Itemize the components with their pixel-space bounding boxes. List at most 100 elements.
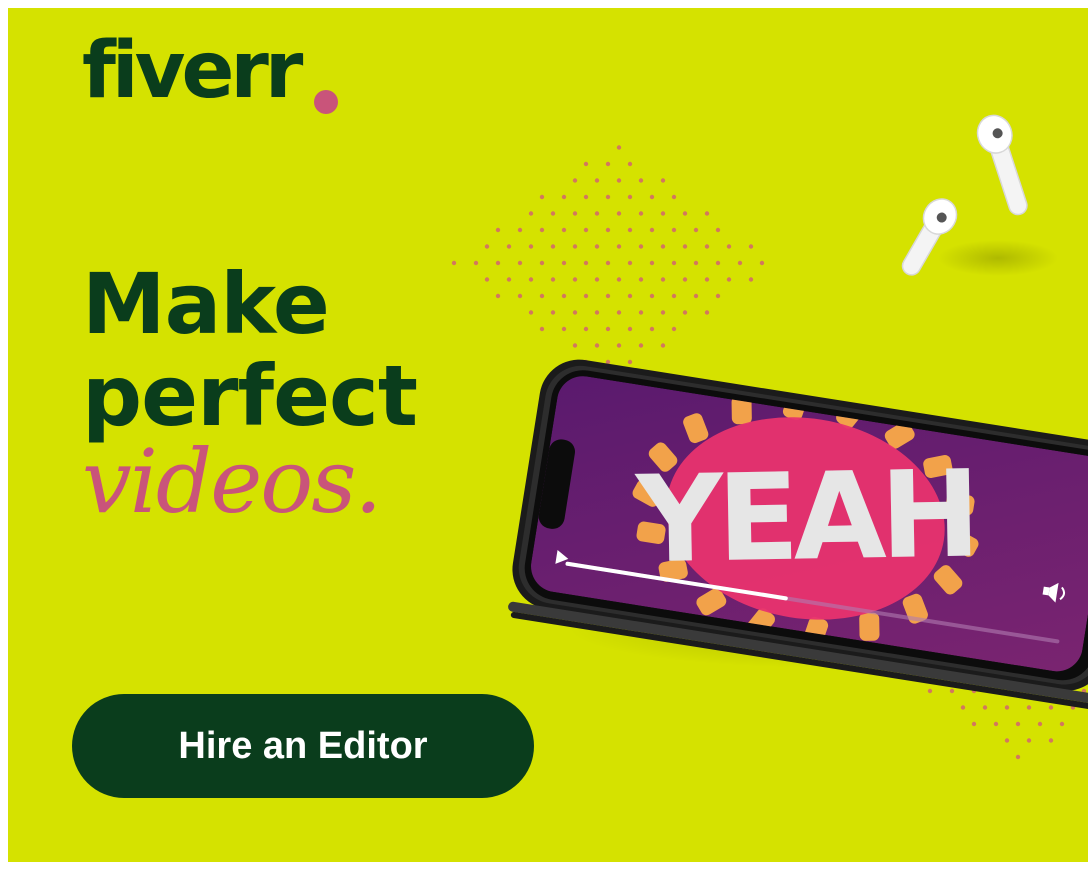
pattern-dot [649, 260, 655, 266]
pattern-dot [616, 277, 622, 282]
burst-shape [782, 390, 808, 421]
pattern-dot [572, 277, 578, 282]
headline-line-videos: videos. [82, 430, 382, 533]
pattern-dot [1037, 589, 1043, 595]
burst-shape [696, 588, 727, 616]
pattern-dot [517, 293, 523, 299]
progress-track [565, 561, 1060, 644]
burst-shape [836, 399, 865, 429]
pattern-dot [594, 211, 600, 216]
volume-icon [1042, 582, 1065, 603]
pattern-dot [960, 606, 966, 611]
pattern-dot [1070, 705, 1076, 710]
pattern-dot [528, 310, 534, 315]
pattern-dot [971, 721, 977, 727]
pattern-dot [605, 359, 611, 365]
pattern-dot [916, 639, 922, 644]
pattern-dot [1015, 556, 1021, 562]
pattern-dot [693, 260, 699, 266]
pattern-dot [1015, 688, 1021, 694]
hire-editor-button[interactable]: Hire an Editor [72, 694, 534, 798]
burst-shape [902, 593, 928, 624]
pattern-dot [1015, 721, 1021, 727]
pattern-dot [993, 622, 999, 628]
pattern-dot [528, 244, 534, 249]
pattern-dot [715, 260, 721, 266]
pattern-dot [539, 194, 545, 200]
pattern-dot [671, 227, 677, 233]
logo-dot [314, 90, 338, 114]
pattern-dot [1070, 606, 1076, 611]
pattern-dot [517, 227, 523, 233]
pattern-dot [616, 211, 622, 216]
pattern-dot [473, 260, 479, 266]
pattern-dot [539, 326, 545, 332]
pattern-dot [1048, 606, 1054, 611]
pattern-dot [715, 293, 721, 299]
pattern-dot [539, 260, 545, 266]
pattern-dot [638, 244, 644, 249]
pattern-dot [583, 161, 589, 167]
pattern-dot [616, 244, 622, 249]
burst-shape [746, 608, 775, 638]
pattern-dot [605, 227, 611, 233]
pattern-dot [1037, 688, 1043, 694]
pattern-dot [993, 721, 999, 727]
pattern-dot [605, 260, 611, 266]
pattern-dot [528, 211, 534, 216]
pattern-dot [905, 655, 911, 661]
screen-text: YEAH [633, 446, 976, 591]
burst-shape [948, 530, 979, 557]
pattern-dot [1059, 688, 1065, 694]
burst-shape [683, 413, 709, 444]
pattern-dot [627, 326, 633, 332]
pattern-dot [572, 343, 578, 348]
pattern-dot [927, 688, 933, 694]
pattern-dot [682, 310, 688, 315]
fiverr-ad-banner[interactable]: fiverr Make perfect videos. YEAH Hire an… [0, 0, 1088, 870]
pattern-dot [638, 343, 644, 348]
pattern-dot [1081, 688, 1087, 694]
pattern-dot [1004, 705, 1010, 710]
pattern-dot [616, 343, 622, 348]
pattern-dot [960, 639, 966, 644]
pattern-dot [627, 194, 633, 200]
pattern-dot [660, 178, 666, 183]
pattern-dot [528, 277, 534, 282]
pattern-dot [638, 178, 644, 183]
pattern-dot [1015, 589, 1021, 595]
burst-shape [884, 421, 915, 449]
pattern-dot [960, 705, 966, 710]
burst-shape [859, 612, 880, 641]
pattern-dot [1037, 721, 1043, 727]
pattern-dot [506, 244, 512, 249]
pattern-dot [616, 376, 622, 381]
pattern-dot [451, 260, 457, 266]
pattern-dot [971, 622, 977, 628]
pattern-dot [572, 244, 578, 249]
phone-shadow [568, 588, 1088, 668]
pattern-dot [726, 244, 732, 249]
pattern-dot [660, 277, 666, 282]
pattern-dot [550, 211, 556, 216]
burst-shape [923, 455, 953, 478]
pattern-dot [1048, 738, 1054, 743]
pattern-dot [550, 310, 556, 315]
pattern-dot [682, 211, 688, 216]
pattern-dot [594, 310, 600, 315]
pattern-dot [649, 293, 655, 299]
pattern-dot [1081, 622, 1087, 628]
dot-pattern-upper [451, 145, 765, 381]
pattern-dot [660, 211, 666, 216]
burst-shape [731, 396, 752, 425]
pattern-dot [583, 293, 589, 299]
burst-shape [636, 521, 666, 544]
pattern-dot [572, 178, 578, 183]
pattern-dot [660, 244, 666, 249]
burst-shape [803, 616, 829, 647]
pattern-dot [550, 277, 556, 282]
pattern-dot [971, 589, 977, 595]
pattern-dot [627, 293, 633, 299]
pattern-dot [583, 326, 589, 332]
pattern-dot [627, 260, 633, 266]
